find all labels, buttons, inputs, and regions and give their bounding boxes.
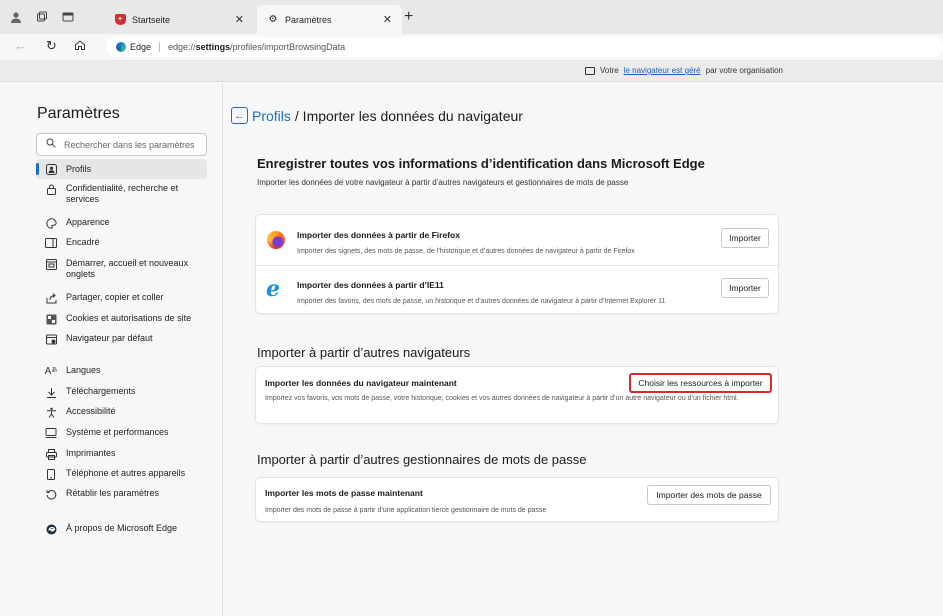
ie-row: e Importer des données à partir d’IE11 I…: [256, 265, 780, 315]
home-icon[interactable]: [74, 39, 86, 54]
sidebar-item-telechargements[interactable]: Téléchargements: [36, 386, 207, 398]
sidebar-item-partager[interactable]: Partager, copier et coller: [36, 292, 207, 304]
sidebar-item-encadre[interactable]: Encadré: [36, 237, 207, 249]
sidebar-item-cookies[interactable]: Cookies et autorisations de site: [36, 313, 207, 325]
system-icon: [45, 427, 57, 439]
browser-data-row-desc: Importez vos favoris, vos mots de passe,…: [265, 395, 739, 402]
sidebar-icon: [45, 237, 57, 249]
section-subtitle: Importer les données de votre navigateur…: [257, 178, 629, 187]
tab-strip: + Startseite ✕ ⚙ Paramètres ✕ +: [0, 0, 943, 34]
settings-sidebar: Paramètres Rechercher dans les paramètre…: [0, 83, 223, 616]
tab-startseite[interactable]: + Startseite ✕: [104, 5, 254, 34]
sidebar-item-navigateur-defaut[interactable]: Navigateur par défaut: [36, 333, 207, 345]
sidebar-item-demarrer[interactable]: Démarrer, accueil et nouveaux onglets: [36, 258, 207, 280]
section-title-credentials: Enregistrer toutes vos informations d’id…: [257, 156, 705, 171]
other-browsers-card: Importer les données du navigateur maint…: [255, 366, 779, 424]
managed-banner: Votre le navigateur est géré par votre o…: [0, 60, 943, 82]
import-passwords-button[interactable]: Importer des mots de passe: [647, 485, 771, 505]
sidebar-item-accessibilite[interactable]: Accessibilité: [36, 406, 207, 418]
close-icon[interactable]: ✕: [383, 13, 392, 26]
workspaces-icon[interactable]: [34, 9, 50, 25]
close-icon[interactable]: ✕: [235, 13, 244, 26]
shield-icon: +: [114, 14, 126, 26]
import-firefox-button[interactable]: Importer: [721, 228, 769, 248]
printer-icon: [45, 448, 57, 460]
sidebar-item-imprimantes[interactable]: Imprimantes: [36, 448, 207, 460]
import-ie-button[interactable]: Importer: [721, 278, 769, 298]
tab-parametres[interactable]: ⚙ Paramètres ✕: [257, 5, 402, 34]
url-prefix: edge://: [168, 42, 196, 52]
breadcrumb: ← Profils / Importer les données du navi…: [231, 107, 523, 124]
page-title: / Importer les données du navigateur: [294, 107, 523, 124]
managed-after: par votre organisation: [705, 66, 784, 75]
accessibility-icon: [45, 406, 57, 418]
section-title-password-managers: Importer à partir d’autres gestionnaires…: [257, 452, 587, 467]
section-title-other-browsers: Importer à partir d’autres navigateurs: [257, 345, 471, 360]
profile-avatar-icon[interactable]: [8, 9, 24, 25]
tab-actions-icon[interactable]: [60, 9, 76, 25]
browser-data-row-title: Importer les données du navigateur maint…: [265, 378, 457, 388]
reset-icon: [45, 488, 57, 500]
search-placeholder: Rechercher dans les paramètres: [64, 139, 195, 150]
breadcrumb-profils-link[interactable]: Profils: [252, 108, 291, 124]
home-tabs-icon: [45, 258, 57, 270]
refresh-icon[interactable]: ↻: [46, 39, 57, 53]
firefox-row-desc: Importer des signets, des mots de passe,…: [297, 248, 635, 255]
navigation-bar: ← ↻ Edge edge://settings/profiles/import…: [0, 34, 943, 60]
passwords-row-title: Importer les mots de passe maintenant: [265, 488, 423, 498]
briefcase-icon: [585, 66, 595, 75]
edge-icon: [116, 42, 126, 52]
language-icon: Aあ: [44, 365, 58, 377]
managed-link[interactable]: le navigateur est géré: [624, 66, 701, 75]
passwords-row-desc: Importer des mots de passe à partir d’un…: [265, 507, 547, 514]
firefox-row-title: Importer des données à partir de Firefox: [297, 230, 460, 240]
browser-icon: [45, 333, 57, 345]
url-host: settings: [195, 42, 231, 52]
sidebar-item-langues[interactable]: Aあ Langues: [36, 365, 207, 377]
gear-icon: ⚙: [268, 14, 278, 25]
choose-resources-button[interactable]: Choisir les ressources à importer: [629, 373, 772, 393]
edge-chip: Edge: [116, 42, 161, 52]
download-icon: [45, 386, 57, 398]
sidebar-item-apparence[interactable]: Apparence: [36, 217, 207, 229]
profile-icon: [45, 163, 57, 175]
address-bar[interactable]: Edge edge://settings/profiles/importBrow…: [106, 37, 943, 57]
settings-search-input[interactable]: Rechercher dans les paramètres: [36, 133, 207, 156]
password-managers-card: Importer les mots de passe maintenant Im…: [255, 477, 779, 522]
back-arrow-icon[interactable]: ←: [14, 39, 27, 53]
sidebar-item-telephone[interactable]: Téléphone et autres appareils: [36, 468, 207, 480]
back-button[interactable]: ←: [231, 107, 248, 124]
share-icon: [45, 292, 57, 304]
sidebar-item-profils[interactable]: Profils: [36, 159, 207, 179]
sidebar-title: Paramètres: [37, 105, 120, 122]
lock-icon: [45, 183, 57, 195]
import-sources-card: Importer des données à partir de Firefox…: [255, 214, 780, 315]
tab-label: Startseite: [132, 14, 171, 25]
sidebar-item-retablir[interactable]: Rétablir les paramètres: [36, 488, 207, 500]
internet-explorer-icon: e: [266, 276, 280, 302]
palette-icon: [45, 217, 57, 229]
sidebar-item-a-propos[interactable]: À propos de Microsoft Edge: [36, 523, 207, 535]
cookie-icon: [45, 313, 57, 325]
managed-before: Votre: [600, 66, 619, 75]
firefox-icon: [267, 231, 285, 249]
new-tab-button[interactable]: +: [404, 9, 413, 25]
sidebar-item-systeme[interactable]: Système et performances: [36, 427, 207, 439]
edge-icon: [45, 523, 57, 535]
tab-label: Paramètres: [285, 14, 332, 25]
phone-icon: [45, 468, 57, 480]
main-content: ← Profils / Importer les données du navi…: [224, 83, 943, 616]
ie-row-title: Importer des données à partir d’IE11: [297, 280, 444, 290]
ie-row-desc: Importer des favoris, des mots de passe,…: [297, 298, 666, 305]
sidebar-item-confidentialite[interactable]: Confidentialité, recherche et services: [36, 183, 207, 205]
search-icon: [46, 138, 56, 151]
firefox-row: Importer des données à partir de Firefox…: [256, 215, 780, 265]
url-path: /profiles/importBrowsingData: [230, 42, 346, 52]
